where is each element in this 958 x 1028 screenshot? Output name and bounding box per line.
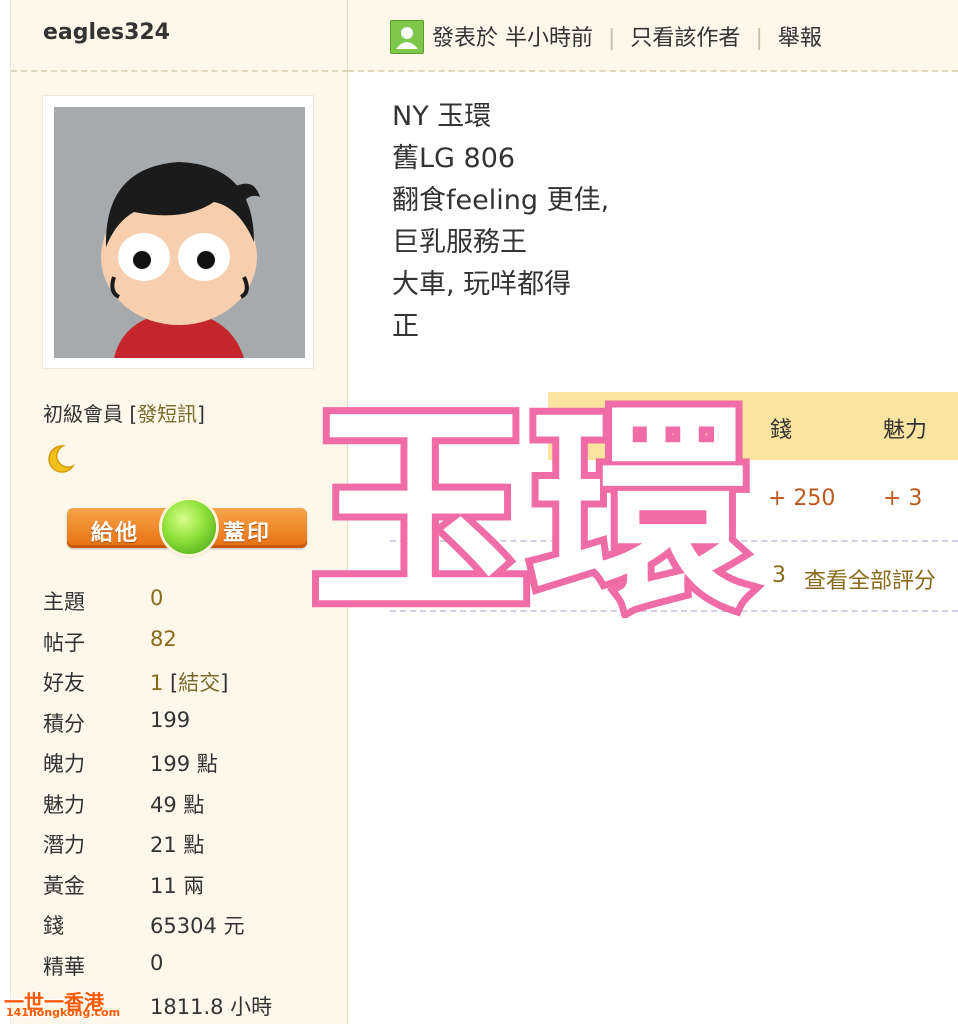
stat-row: 潛力 21 點 — [43, 825, 343, 866]
give-stamp-button[interactable]: 給他 蓋印 — [67, 500, 307, 554]
stat-label: 帖子 — [43, 630, 85, 655]
stat-value: 0 — [150, 950, 164, 975]
forum-post-page: eagles324 初級會員 [發短訊] 給他 蓋印 主題 0 帖子 82 好友… — [0, 0, 958, 1024]
stat-value[interactable]: 82 — [150, 627, 177, 651]
send-pm-link[interactable]: 發短訊 — [137, 402, 197, 426]
stat-row: 好友 1 [結交] — [43, 663, 343, 704]
stat-value: 21 點 — [150, 833, 205, 857]
rating-count: 3 — [772, 563, 786, 588]
user-header: eagles324 — [11, 0, 348, 72]
watermark-url: 141hongkong.com — [6, 1006, 121, 1019]
stat-row: 精華 0 — [43, 947, 343, 988]
divider — [390, 540, 958, 542]
add-friend-link[interactable]: 結交 — [178, 671, 220, 695]
stat-label: 主題 — [43, 590, 85, 614]
stat-label: 好友 — [43, 671, 85, 695]
avatar-image — [54, 107, 305, 358]
stat-label: 積分 — [43, 711, 85, 736]
only-author-link[interactable]: 只看該作者 — [630, 26, 740, 51]
rank-label: 初級會員 — [43, 402, 123, 426]
stat-label: 黃金 — [43, 873, 85, 898]
post-line: 正 — [392, 311, 419, 342]
stamp-ball-icon — [162, 500, 216, 554]
username-link[interactable]: eagles324 — [43, 20, 170, 45]
stat-label: 魅力 — [43, 792, 85, 817]
online-user-icon — [390, 20, 424, 54]
stat-value: 49 點 — [150, 792, 205, 817]
stat-value: 199 — [150, 707, 191, 732]
post-body: NY 玉環 舊LG 806 翻食feeling 更佳, 巨乳服務王 大車, 玩咩… — [392, 96, 609, 348]
stat-row: 錢 65304 元 — [43, 906, 343, 947]
post-line: 翻食feeling 更佳, — [392, 185, 610, 216]
post-header: 發表於 半小時前 | 只看該作者 | 舉報 — [348, 0, 958, 72]
post-line: 舊LG 806 — [392, 143, 516, 174]
stat-label: 潛力 — [43, 833, 85, 857]
stamp-left-label: 給他 — [91, 521, 140, 546]
rating-charm-value: + 3 — [883, 486, 923, 511]
watermark-logo: 一世一香港 141hongkong.com — [2, 986, 126, 1020]
rating-col-charm: 魅力 — [883, 418, 928, 443]
friends-count[interactable]: 1 — [150, 671, 163, 695]
rating-col-money: 錢 — [770, 418, 793, 443]
post-line: 大車, 玩咩都得 — [392, 269, 572, 300]
post-meta: 發表於 半小時前 | 只看該作者 | 舉報 — [432, 26, 822, 51]
stat-row: 積分 199 — [43, 704, 343, 745]
stat-row: 魅力 49 點 — [43, 785, 343, 826]
stat-value: 199 點 — [150, 752, 218, 776]
cartoon-boy-icon — [54, 107, 305, 358]
stat-row: 主題 0 — [43, 582, 343, 623]
user-rank: 初級會員 [發短訊] — [43, 402, 205, 426]
report-link[interactable]: 舉報 — [778, 26, 822, 51]
stat-label: 精華 — [43, 954, 85, 979]
user-stats: 主題 0 帖子 82 好友 1 [結交] 積分 199 魄力 199 點 魅力 … — [43, 582, 343, 1028]
moon-rank-icon — [48, 445, 76, 473]
rating-money-value: + 250 — [768, 486, 836, 511]
posted-time: 發表於 半小時前 — [432, 26, 593, 51]
post-line: 巨乳服務王 — [392, 227, 527, 258]
stat-row: 魄力 199 點 — [43, 744, 343, 785]
user-profile-sidebar: eagles324 初級會員 [發短訊] 給他 蓋印 主題 0 帖子 82 好友… — [10, 0, 348, 1024]
stat-value[interactable]: 0 — [150, 586, 163, 610]
post-line: NY 玉環 — [392, 101, 492, 132]
stat-value: 1 [結交] — [150, 671, 229, 695]
avatar[interactable] — [43, 96, 313, 368]
post-content-area: 發表於 半小時前 | 只看該作者 | 舉報 NY 玉環 舊LG 806 翻食fe… — [348, 0, 958, 1024]
stat-value: 65304 元 — [150, 914, 245, 938]
view-all-ratings-link[interactable]: 查看全部評分 — [804, 563, 936, 595]
stat-row: 帖子 82 — [43, 623, 343, 664]
stamp-right-label: 蓋印 — [223, 521, 272, 546]
stat-row: 黃金 11 兩 — [43, 866, 343, 907]
stat-value: 1811.8 小時 — [150, 995, 273, 1019]
stat-label: 魄力 — [43, 752, 85, 776]
stat-label: 錢 — [43, 914, 64, 938]
divider — [390, 610, 958, 612]
stat-value: 11 兩 — [150, 873, 205, 898]
